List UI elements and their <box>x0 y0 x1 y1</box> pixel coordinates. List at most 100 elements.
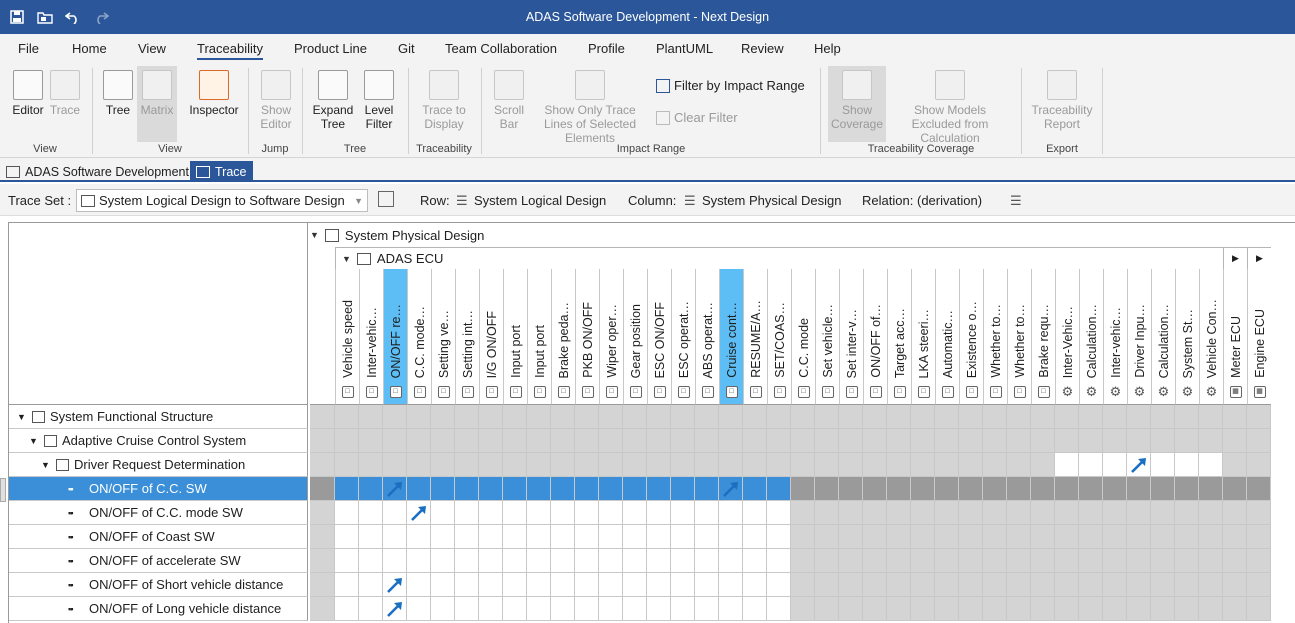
matrix-cell[interactable] <box>1175 501 1199 525</box>
matrix-cell[interactable] <box>335 429 359 453</box>
matrix-cell[interactable] <box>1055 453 1079 477</box>
matrix-cell[interactable] <box>1223 549 1247 573</box>
column-header[interactable]: Vehicle Con… ⚙ <box>1199 269 1223 405</box>
matrix-cell[interactable] <box>791 429 815 453</box>
matrix-cell[interactable] <box>983 405 1007 429</box>
matrix-cell[interactable] <box>1079 549 1103 573</box>
matrix-cell[interactable] <box>479 429 503 453</box>
matrix-cell[interactable] <box>1103 597 1127 621</box>
matrix-cell[interactable] <box>599 525 623 549</box>
row-header[interactable]: ▼ Driver Request Determination <box>9 453 308 477</box>
matrix-cell[interactable] <box>1175 525 1199 549</box>
matrix-cell[interactable] <box>935 405 959 429</box>
matrix-cell[interactable] <box>719 477 743 501</box>
matrix-cell[interactable] <box>1031 477 1055 501</box>
matrix-cell[interactable] <box>1223 405 1247 429</box>
matrix-cell[interactable] <box>431 405 455 429</box>
matrix-cell[interactable] <box>719 573 743 597</box>
matrix-cell[interactable] <box>935 549 959 573</box>
matrix-cell[interactable] <box>959 453 983 477</box>
matrix-cell[interactable] <box>767 429 791 453</box>
column-header[interactable]: C.C. mode □ <box>791 269 815 405</box>
matrix-cell[interactable] <box>479 405 503 429</box>
matrix-cell[interactable] <box>815 405 839 429</box>
matrix-cell[interactable] <box>1247 477 1271 501</box>
matrix-cell[interactable] <box>983 477 1007 501</box>
matrix-cell[interactable] <box>863 597 887 621</box>
matrix-cell[interactable] <box>1055 549 1079 573</box>
trace-set-select[interactable]: System Logical Design to Software Design… <box>76 189 368 212</box>
column-header[interactable]: Setting int… □ <box>455 269 479 405</box>
column-header[interactable]: Meter ECU ▦ <box>1223 269 1247 405</box>
matrix-cell[interactable] <box>959 597 983 621</box>
matrix-cell[interactable] <box>1199 549 1223 573</box>
matrix-cell[interactable] <box>695 477 719 501</box>
row-header[interactable]: ▪▫▪ ON/OFF of Short vehicle distance <box>9 573 308 597</box>
matrix-cell[interactable] <box>1199 597 1223 621</box>
matrix-cell[interactable] <box>575 573 599 597</box>
matrix-cell[interactable] <box>743 525 767 549</box>
matrix-cell[interactable] <box>1247 549 1271 573</box>
matrix-cell[interactable] <box>1007 405 1031 429</box>
matrix-cell[interactable] <box>1223 501 1247 525</box>
matrix-cell[interactable] <box>1103 573 1127 597</box>
matrix-cell[interactable] <box>1151 501 1175 525</box>
matrix-cell[interactable] <box>935 525 959 549</box>
matrix-cell[interactable] <box>1223 573 1247 597</box>
scroll-bar-button[interactable]: Scroll Bar <box>490 70 528 131</box>
matrix-cell[interactable] <box>1079 477 1103 501</box>
matrix-cell[interactable] <box>1031 453 1055 477</box>
matrix-cell[interactable] <box>1127 573 1151 597</box>
matrix-cell[interactable] <box>887 405 911 429</box>
matrix-cell[interactable] <box>983 453 1007 477</box>
matrix-cell[interactable] <box>1151 549 1175 573</box>
matrix-cell[interactable] <box>407 477 431 501</box>
column-header[interactable]: Inter-Vehic… ⚙ <box>1055 269 1079 405</box>
matrix-cell[interactable] <box>527 429 551 453</box>
matrix-cell[interactable] <box>383 597 407 621</box>
matrix-cell[interactable] <box>1031 429 1055 453</box>
trace-button[interactable]: Trace <box>48 70 82 117</box>
matrix-cell[interactable] <box>1199 573 1223 597</box>
matrix-cell[interactable] <box>599 597 623 621</box>
matrix-cell[interactable] <box>791 501 815 525</box>
matrix-cell[interactable] <box>791 405 815 429</box>
matrix-cell[interactable] <box>695 549 719 573</box>
row-header[interactable]: ▪▫▪ ON/OFF of C.C. mode SW <box>9 501 308 525</box>
column-header[interactable]: Target acc… □ <box>887 269 911 405</box>
column-header[interactable]: ESC ON/OFF □ <box>647 269 671 405</box>
matrix-cell[interactable] <box>575 453 599 477</box>
matrix-cell[interactable] <box>887 501 911 525</box>
matrix-cell[interactable] <box>1127 501 1151 525</box>
matrix-cell[interactable] <box>695 405 719 429</box>
matrix-cell[interactable] <box>671 501 695 525</box>
matrix-cell[interactable] <box>1247 405 1271 429</box>
matrix-cell[interactable] <box>479 573 503 597</box>
matrix-cell[interactable] <box>1127 405 1151 429</box>
matrix-cell[interactable] <box>743 453 767 477</box>
column-header[interactable]: Engine ECU ▦ <box>1247 269 1271 405</box>
collapse-icon[interactable]: ▼ <box>310 230 319 240</box>
matrix-cell[interactable] <box>935 597 959 621</box>
matrix-cell[interactable] <box>1199 525 1223 549</box>
matrix-cell[interactable] <box>671 525 695 549</box>
matrix-cell[interactable] <box>1103 405 1127 429</box>
column-header[interactable]: Automatic… □ <box>935 269 959 405</box>
matrix-cell[interactable] <box>1151 453 1175 477</box>
matrix-button[interactable]: Matrix <box>137 66 177 142</box>
matrix-cell[interactable] <box>455 573 479 597</box>
matrix-cell[interactable] <box>719 405 743 429</box>
matrix-cell[interactable] <box>335 573 359 597</box>
matrix-cell[interactable] <box>1103 477 1127 501</box>
matrix-cell[interactable] <box>959 549 983 573</box>
matrix-cell[interactable] <box>1127 525 1151 549</box>
row-header[interactable]: ▪▫▪ ON/OFF of accelerate SW <box>9 549 308 573</box>
column-header[interactable]: Gear position □ <box>623 269 647 405</box>
matrix-cell[interactable] <box>623 549 647 573</box>
matrix-cell[interactable] <box>407 501 431 525</box>
matrix-cell[interactable] <box>359 501 383 525</box>
matrix-cell[interactable] <box>1199 429 1223 453</box>
clear-filter-button[interactable]: Clear Filter <box>656 110 738 125</box>
show-models-excluded-button[interactable]: Show Models Excluded from Calculation <box>888 70 1012 145</box>
matrix-cell[interactable] <box>1247 525 1271 549</box>
